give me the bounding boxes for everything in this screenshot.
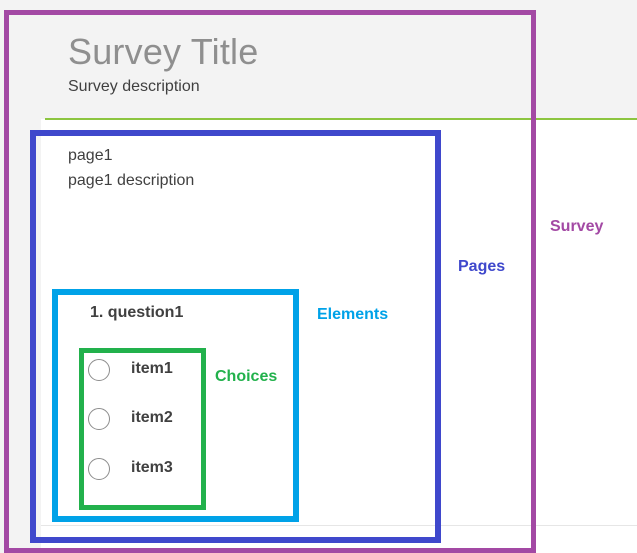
survey-annotation-label: Survey	[550, 218, 604, 235]
choices-annotation-label: Choices	[215, 368, 278, 385]
elements-annotation-label: Elements	[317, 306, 389, 323]
choices-annotation-box	[79, 348, 206, 510]
pages-annotation-label: Pages	[458, 258, 506, 275]
